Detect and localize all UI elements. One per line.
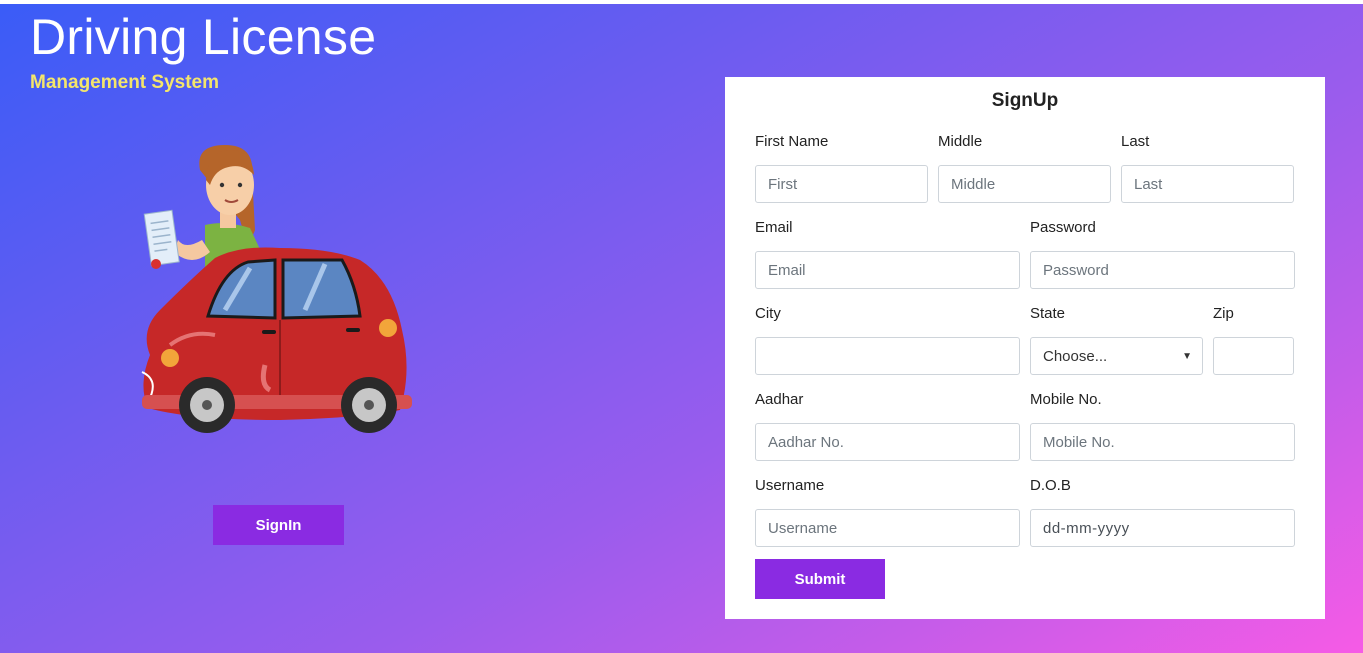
middle-name-placeholder: Middle <box>951 175 996 193</box>
last-name-label: Last <box>1121 133 1150 150</box>
password-label: Password <box>1030 219 1096 236</box>
dob-label: D.O.B <box>1030 477 1071 494</box>
username-input[interactable]: Username <box>755 509 1020 547</box>
email-label: Email <box>755 219 793 236</box>
middle-name-label: Middle <box>938 133 983 150</box>
email-placeholder: Email <box>768 261 806 279</box>
email-input[interactable]: Email <box>755 251 1020 289</box>
mobile-placeholder: Mobile No. <box>1043 433 1115 451</box>
signup-form: SignUp First Name Middle Last First Midd… <box>725 77 1325 619</box>
form-title: SignUp <box>991 90 1059 111</box>
password-placeholder: Password <box>1043 261 1109 279</box>
middle-name-input[interactable]: Middle <box>938 165 1111 203</box>
dob-input[interactable]: dd-mm-yyyy <box>1030 509 1295 547</box>
password-input[interactable]: Password <box>1030 251 1295 289</box>
state-selected-value: Choose... <box>1043 347 1108 365</box>
city-input[interactable] <box>755 337 1020 375</box>
first-name-placeholder: First <box>768 175 798 193</box>
first-name-input[interactable]: First <box>755 165 928 203</box>
username-placeholder: Username <box>768 519 838 537</box>
brand-title: Driving License <box>30 9 377 65</box>
username-label: Username <box>755 477 825 494</box>
aadhar-input[interactable]: Aadhar No. <box>755 423 1020 461</box>
first-name-label: First Name <box>755 133 829 150</box>
zip-input[interactable] <box>1213 337 1294 375</box>
last-name-placeholder: Last <box>1134 175 1163 193</box>
page-background: Driving License Management System SignIn… <box>0 4 1363 653</box>
chevron-down-icon: ▼ <box>1182 350 1192 362</box>
signin-button[interactable]: SignIn <box>213 505 344 545</box>
city-label: City <box>755 305 781 322</box>
zip-label: Zip <box>1213 305 1234 322</box>
last-name-input[interactable]: Last <box>1121 165 1294 203</box>
state-select[interactable]: Choose... ▼ <box>1030 337 1203 375</box>
woman-with-red-car-illustration <box>141 145 412 433</box>
mobile-input[interactable]: Mobile No. <box>1030 423 1295 461</box>
brand-subtitle: Management System <box>30 72 220 93</box>
aadhar-placeholder: Aadhar No. <box>768 433 844 451</box>
state-label: State <box>1030 305 1066 322</box>
aadhar-label: Aadhar <box>755 391 804 408</box>
submit-button[interactable]: Submit <box>755 559 885 599</box>
mobile-label: Mobile No. <box>1030 391 1102 408</box>
dob-placeholder: dd-mm-yyyy <box>1043 519 1130 537</box>
